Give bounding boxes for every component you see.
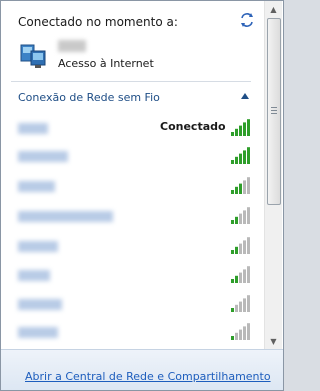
signal-bar [243,150,246,164]
wifi-name-redacted [18,181,55,192]
signal-bar [235,246,238,254]
wifi-network-item[interactable] [1,262,263,288]
signal-bar [247,207,250,224]
signal-bar [239,243,242,254]
refresh-icon[interactable] [239,12,255,28]
wifi-network-item[interactable]: Conectado [1,115,263,141]
signal-bar [239,183,242,194]
signal-bar [231,279,234,283]
signal-bar [235,304,238,312]
signal-bar [235,128,238,136]
wifi-network-item[interactable] [1,319,263,345]
wifi-name-redacted [18,211,113,222]
chevron-up-icon[interactable] [241,93,249,99]
connected-heading: Conectado no momento a: [18,15,178,29]
signal-bar [231,250,234,254]
signal-bar [231,220,234,224]
wifi-name-redacted [18,123,48,134]
signal-bar [239,153,242,164]
signal-bar [235,332,238,340]
signal-bar [235,186,238,194]
signal-strength-icon [231,295,250,312]
wifi-status-label: Conectado [160,120,226,133]
signal-bar [243,298,246,312]
flyout-content: Conectado no momento a: Acesso à Interne… [1,1,282,349]
wireless-section-label: Conexão de Rede sem Fio [18,91,160,104]
signal-strength-icon [231,237,250,254]
signal-strength-icon [231,323,250,340]
wifi-network-item[interactable] [1,173,263,199]
signal-bar [235,216,238,224]
signal-strength-icon [231,207,250,224]
signal-bar [231,132,234,136]
scrollbar[interactable]: ▲ ▼ [264,1,282,349]
signal-bar [247,147,250,164]
signal-bar [243,210,246,224]
signal-bar [239,272,242,283]
signal-bar [247,119,250,136]
signal-bar [247,237,250,254]
signal-bar [239,329,242,340]
wifi-name-redacted [18,270,50,281]
signal-bar [247,295,250,312]
signal-bar [231,190,234,194]
network-icon [20,44,46,68]
scroll-thumb[interactable] [267,18,281,205]
wifi-network-item[interactable] [1,143,263,169]
scroll-up-button[interactable]: ▲ [265,1,282,17]
wifi-network-item[interactable] [1,291,263,317]
signal-bar [231,160,234,164]
divider [11,81,251,82]
flyout-footer: Abrir a Central de Rede e Compartilhamen… [1,349,283,390]
wifi-name-redacted [18,241,58,252]
wifi-name-redacted [18,299,62,310]
signal-bar [247,177,250,194]
scroll-grip [271,107,277,114]
network-flyout: Conectado no momento a: Acesso à Interne… [0,0,284,391]
wifi-name-redacted [18,151,68,162]
signal-bar [235,275,238,283]
signal-bar [243,240,246,254]
signal-bar [235,156,238,164]
wifi-network-item[interactable] [1,233,263,259]
signal-strength-icon [231,147,250,164]
signal-bar [247,266,250,283]
signal-bar [247,323,250,340]
signal-bar [243,269,246,283]
signal-strength-icon [231,119,250,136]
internet-access-status: Acesso à Internet [58,57,154,70]
signal-bar [239,125,242,136]
scroll-down-button[interactable]: ▼ [265,333,282,349]
network-name-redacted [58,40,86,52]
signal-bar [231,336,234,340]
network-center-link[interactable]: Abrir a Central de Rede e Compartilhamen… [25,370,271,383]
signal-bar [239,213,242,224]
signal-bar [243,326,246,340]
signal-bar [243,180,246,194]
signal-strength-icon [231,177,250,194]
signal-bar [239,301,242,312]
wifi-name-redacted [18,327,58,338]
signal-strength-icon [231,266,250,283]
signal-bar [231,308,234,312]
wifi-network-item[interactable] [1,203,263,229]
signal-bar [243,122,246,136]
